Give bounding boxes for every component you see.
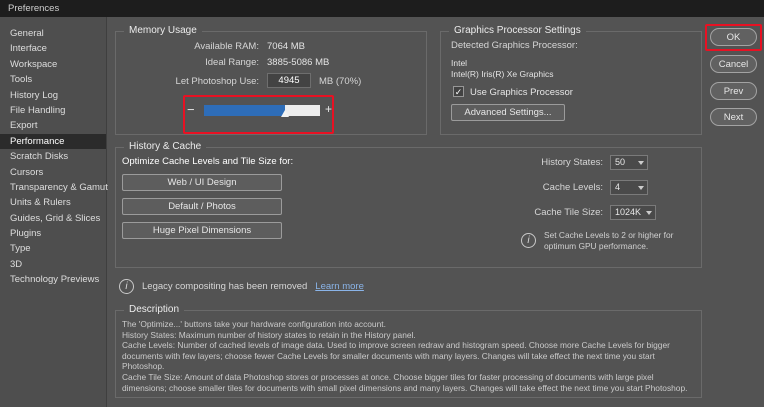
cache-levels-label: Cache Levels:: [456, 182, 603, 193]
ideal-range-value: 3885-5086 MB: [267, 57, 329, 68]
description-title: Description: [124, 304, 184, 315]
description-line: The 'Optimize...' buttons take your hard…: [122, 319, 695, 330]
slider-fill: [204, 105, 285, 116]
sidebar-item-transparency-gamut[interactable]: Transparency & Gamut: [0, 180, 106, 195]
description-text: The 'Optimize...' buttons take your hard…: [122, 319, 695, 393]
cache-tile-size-label: Cache Tile Size:: [456, 207, 603, 218]
use-gpu-label: Use Graphics Processor: [470, 87, 573, 98]
available-ram-label: Available RAM:: [116, 41, 259, 52]
history-cache-group: History & Cache Optimize Cache Levels an…: [115, 147, 702, 268]
available-ram-value: 7064 MB: [267, 41, 305, 52]
check-icon: ✓: [455, 87, 463, 97]
info-icon: i: [521, 233, 536, 248]
memory-slider-minus-button[interactable]: −: [187, 102, 195, 117]
description-group: Description The 'Optimize...' buttons ta…: [115, 310, 702, 398]
use-gpu-checkbox[interactable]: ✓: [453, 86, 464, 97]
gpu-cache-note: Set Cache Levels to 2 or higher for opti…: [544, 230, 706, 251]
preset-default-photos-button[interactable]: Default / Photos: [122, 198, 282, 215]
history-states-label: History States:: [456, 157, 603, 168]
history-cache-title: History & Cache: [124, 141, 206, 152]
history-states-value: 50: [615, 157, 625, 167]
ideal-range-label: Ideal Range:: [116, 57, 259, 68]
gpu-name: Intel(R) Iris(R) Xe Graphics: [451, 69, 554, 79]
optimize-label: Optimize Cache Levels and Tile Size for:: [122, 156, 293, 167]
memory-slider-plus-button[interactable]: +: [325, 102, 332, 116]
sidebar-item-plugins[interactable]: Plugins: [0, 226, 106, 241]
description-line: Cache Levels: Number of cached levels of…: [122, 340, 695, 372]
cancel-button[interactable]: Cancel: [710, 55, 757, 73]
info-icon: i: [119, 279, 134, 294]
chevron-down-icon: [646, 211, 652, 215]
ok-button[interactable]: OK: [710, 28, 757, 46]
sidebar-item-guides-grid-slices[interactable]: Guides, Grid & Slices: [0, 211, 106, 226]
sidebar-item-interface[interactable]: Interface: [0, 41, 106, 56]
next-button[interactable]: Next: [710, 108, 757, 126]
legacy-note-text: Legacy compositing has been removed: [142, 281, 307, 292]
sidebar-item-file-handling[interactable]: File Handling: [0, 103, 106, 118]
slider-thumb[interactable]: [281, 110, 289, 117]
memory-usage-suffix: MB (70%): [319, 76, 361, 87]
sidebar-item-scratch-disks[interactable]: Scratch Disks: [0, 149, 106, 164]
window-title: Preferences: [8, 3, 59, 14]
info-glyph: i: [527, 235, 529, 246]
description-line: Cache Tile Size: Amount of data Photosho…: [122, 372, 695, 393]
sidebar-item-general[interactable]: General: [0, 26, 106, 41]
titlebar: Preferences: [0, 0, 764, 17]
memory-usage-group: Memory Usage Available RAM: 7064 MB Idea…: [115, 31, 427, 135]
sidebar-item-tools[interactable]: Tools: [0, 72, 106, 87]
detected-gpu-label: Detected Graphics Processor:: [451, 40, 578, 51]
chevron-down-icon: [638, 161, 644, 165]
memory-slider[interactable]: [204, 105, 320, 116]
sidebar-item-technology-previews[interactable]: Technology Previews: [0, 272, 106, 287]
preferences-dialog: Preferences General Interface Workspace …: [0, 0, 764, 407]
advanced-settings-button[interactable]: Advanced Settings...: [451, 104, 565, 121]
sidebar-item-history-log[interactable]: History Log: [0, 88, 106, 103]
history-states-dropdown[interactable]: 50: [610, 155, 648, 170]
let-photoshop-use-label: Let Photoshop Use:: [116, 76, 259, 87]
info-glyph: i: [125, 281, 127, 292]
memory-usage-input[interactable]: [267, 73, 311, 88]
sidebar-item-type[interactable]: Type: [0, 241, 106, 256]
sidebar-item-units-rulers[interactable]: Units & Rulers: [0, 195, 106, 210]
learn-more-link[interactable]: Learn more: [315, 281, 364, 292]
sidebar: General Interface Workspace Tools Histor…: [0, 17, 107, 407]
cache-tile-size-value: 1024K: [615, 207, 641, 217]
sidebar-item-performance[interactable]: Performance: [0, 134, 106, 149]
graphics-settings-group: Graphics Processor Settings Detected Gra…: [440, 31, 702, 135]
legacy-note-row: i Legacy compositing has been removed Le…: [119, 279, 364, 294]
gpu-vendor: Intel: [451, 58, 467, 68]
preset-web-ui-button[interactable]: Web / UI Design: [122, 174, 282, 191]
memory-usage-title: Memory Usage: [124, 25, 202, 36]
cache-levels-dropdown[interactable]: 4: [610, 180, 648, 195]
chevron-down-icon: [638, 186, 644, 190]
sidebar-item-cursors[interactable]: Cursors: [0, 165, 106, 180]
prev-button[interactable]: Prev: [710, 82, 757, 100]
description-line: History States: Maximum number of histor…: [122, 330, 695, 341]
sidebar-item-3d[interactable]: 3D: [0, 257, 106, 272]
sidebar-item-workspace[interactable]: Workspace: [0, 57, 106, 72]
graphics-settings-title: Graphics Processor Settings: [449, 25, 586, 36]
preset-huge-pixel-button[interactable]: Huge Pixel Dimensions: [122, 222, 282, 239]
cache-tile-size-dropdown[interactable]: 1024K: [610, 205, 656, 220]
sidebar-item-export[interactable]: Export: [0, 118, 106, 133]
cache-levels-value: 4: [615, 182, 620, 192]
